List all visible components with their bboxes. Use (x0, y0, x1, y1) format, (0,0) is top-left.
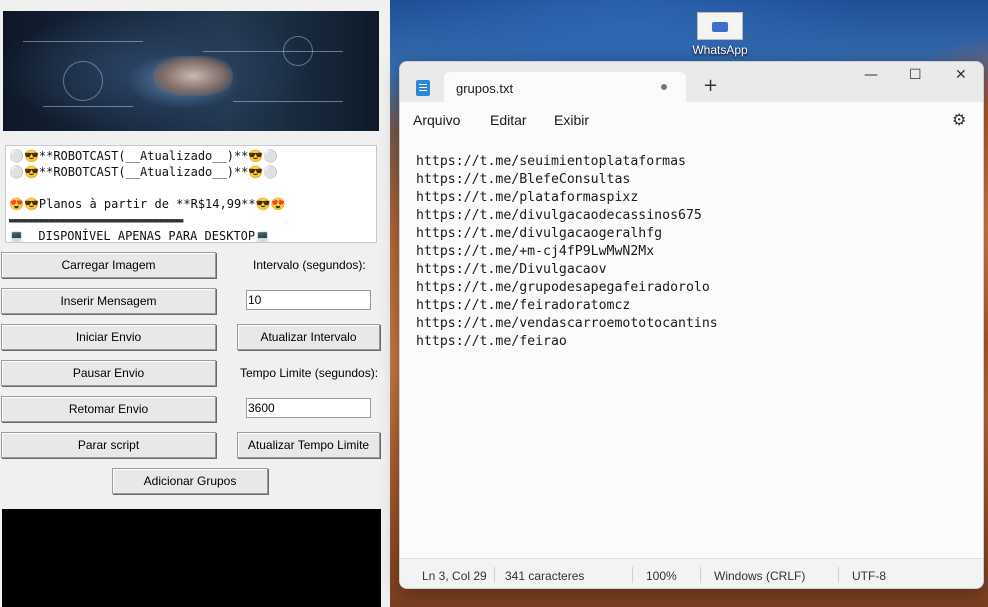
robotcast-app-window: ⚪😎**ROBOTCAST(__Atualizado__)**😎⚪ ⚪😎**RO… (0, 0, 390, 607)
time-limit-input[interactable] (246, 398, 371, 418)
unsaved-dot-icon[interactable] (661, 84, 667, 90)
char-count: 341 caracteres (505, 569, 585, 583)
text-editor-area[interactable]: https://t.me/seuimientoplataformas https… (400, 136, 983, 558)
text-line: https://t.me/seuimientoplataformas (416, 154, 686, 169)
zoom-level[interactable]: 100% (646, 569, 677, 583)
tab-title: grupos.txt (456, 81, 514, 96)
load-image-button[interactable]: Carregar Imagem (1, 252, 216, 278)
tab-grupos[interactable]: grupos.txt (444, 72, 686, 102)
line-endings[interactable]: Windows (CRLF) (714, 569, 805, 583)
message-line: ⚪😎**ROBOTCAST(__Atualizado__)**😎⚪ (9, 149, 279, 163)
text-line: https://t.me/BlefeConsultas (416, 172, 631, 187)
interval-label: Intervalo (segundos): (253, 258, 366, 272)
time-limit-label: Tempo Limite (segundos): (240, 366, 379, 380)
resume-send-button[interactable]: Retomar Envio (1, 396, 216, 422)
encoding[interactable]: UTF-8 (852, 569, 886, 583)
message-line: ▬▬▬▬▬▬▬▬▬▬▬▬▬▬▬▬▬▬▬▬▬▬▬▬▬▬▬▬▬▬▬▬▬ (9, 213, 183, 227)
desktop-shortcut-whatsapp[interactable]: WhatsApp (689, 12, 751, 57)
cursor-position: Ln 3, Col 29 (422, 569, 487, 583)
text-line: https://t.me/feiradoratomcz (416, 298, 631, 313)
new-tab-plus-icon[interactable]: + (703, 75, 718, 96)
message-preview[interactable]: ⚪😎**ROBOTCAST(__Atualizado__)**😎⚪ ⚪😎**RO… (5, 145, 377, 243)
banner-image (3, 11, 379, 131)
status-bar: Ln 3, Col 29 341 caracteres 100% Windows… (400, 558, 983, 588)
update-time-limit-button[interactable]: Atualizar Tempo Limite (237, 432, 380, 458)
text-line: https://t.me/feirao (416, 334, 567, 349)
output-console (2, 509, 381, 607)
message-line: ⚪😎**ROBOTCAST(__Atualizado__)**😎⚪ (9, 165, 279, 179)
pause-send-button[interactable]: Pausar Envio (1, 360, 216, 386)
title-bar[interactable]: grupos.txt + — ☐ ✕ (400, 62, 983, 102)
text-line: https://t.me/vendascarroemototocantins (416, 316, 718, 331)
maximize-icon[interactable]: ☐ (909, 67, 922, 83)
add-groups-button[interactable]: Adicionar Grupos (112, 468, 268, 494)
text-line: https://t.me/Divulgacaov (416, 262, 607, 277)
close-icon[interactable]: ✕ (955, 67, 967, 83)
message-line (9, 180, 373, 196)
text-line: https://t.me/plataformaspixz (416, 190, 639, 205)
text-line: https://t.me/divulgacaodecassinos675 (416, 208, 702, 223)
start-send-button[interactable]: Iniciar Envio (1, 324, 216, 350)
settings-gear-icon[interactable]: ⚙ (952, 110, 966, 129)
message-line: 😍😎Planos à partir de **R$14,99**😎😍 (9, 197, 286, 211)
notepad-app-icon (416, 80, 430, 96)
notepad-window: grupos.txt + — ☐ ✕ Arquivo Editar Exibir… (399, 61, 984, 589)
whatsapp-thumbnail-icon (697, 12, 743, 40)
menu-exibir[interactable]: Exibir (554, 112, 589, 128)
text-line: https://t.me/+m-cj4fP9LwMwN2Mx (416, 244, 655, 259)
desktop-icon-label: WhatsApp (692, 43, 748, 57)
menu-bar: Arquivo Editar Exibir ⚙ (400, 102, 983, 136)
update-interval-button[interactable]: Atualizar Intervalo (237, 324, 380, 350)
interval-input[interactable] (246, 290, 371, 310)
menu-arquivo[interactable]: Arquivo (413, 112, 460, 128)
text-line: https://t.me/grupodesapegafeiradorolo (416, 280, 710, 295)
menu-editar[interactable]: Editar (490, 112, 527, 128)
text-line: https://t.me/divulgacaogeralhfg (416, 226, 663, 241)
minimize-icon[interactable]: — (864, 67, 878, 83)
insert-message-button[interactable]: Inserir Mensagem (1, 288, 216, 314)
message-line: 💻 DISPONÍVEL APENAS PARA DESKTOP💻 (9, 229, 271, 243)
stop-script-button[interactable]: Parar script (1, 432, 216, 458)
